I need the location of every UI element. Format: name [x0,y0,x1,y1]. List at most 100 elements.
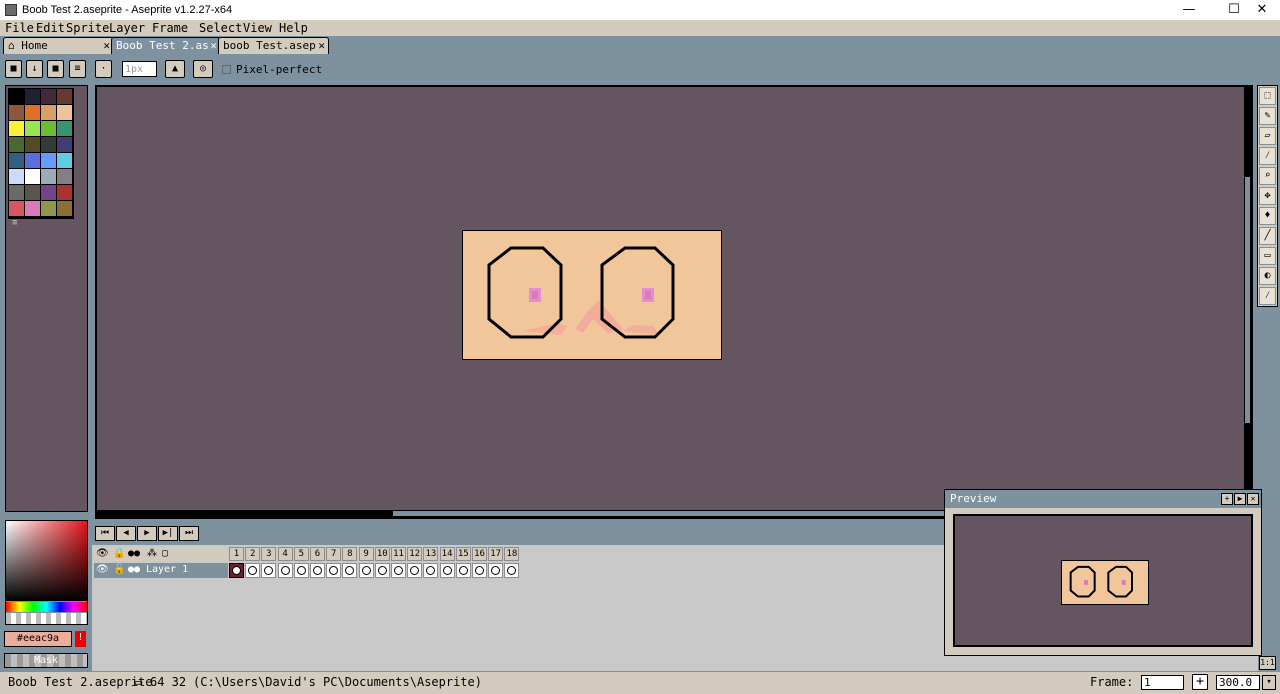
cel[interactable] [407,563,423,578]
blur-icon[interactable]: ◐ [1259,267,1276,285]
lock-icon[interactable]: 🔒 [113,547,125,560]
frame-number[interactable]: 3 [261,547,277,561]
frame-number[interactable]: 12 [407,547,423,561]
cel[interactable] [423,563,439,578]
next-frame-button[interactable]: ▶| [158,526,178,541]
frame-number[interactable]: 9 [358,547,374,561]
pencil-icon[interactable]: ✎ [1259,107,1276,125]
paint-bucket-icon[interactable]: ♦ [1259,207,1276,225]
palette-swatch[interactable] [41,89,56,104]
frame-icon[interactable]: ▢ [162,547,168,560]
cel[interactable] [229,563,244,578]
cel[interactable] [439,563,455,578]
palette-swatch[interactable] [41,153,56,168]
tab-home[interactable]: ⌂ Home ✕ [3,37,114,54]
menu-file[interactable]: File [5,21,34,35]
frame-number[interactable]: 14 [439,547,455,561]
tab-boob-test-2[interactable]: Boob Test 2.as ✕ [111,37,221,54]
marquee-icon[interactable]: ⬚ [1259,87,1276,105]
vertical-scrollbar-track[interactable] [1244,87,1251,517]
cel[interactable] [310,563,325,578]
zoom-reset-icon[interactable]: 1:1 [1259,656,1276,670]
spray-icon[interactable]: ⁄ [1259,287,1276,305]
palette-swatch[interactable] [41,121,56,136]
palette-swatch[interactable] [41,185,56,200]
frame-number[interactable]: 13 [423,547,439,561]
line-icon[interactable]: ╱ [1259,227,1276,245]
mask-button[interactable]: Mask [4,653,88,668]
frame-number[interactable]: 16 [472,547,487,561]
close-window-button[interactable]: ✕ [1244,0,1280,20]
previous-frame-button[interactable]: ◀ [116,526,136,541]
menu-view[interactable]: View [243,21,272,35]
palette-swatch[interactable] [57,105,72,120]
menu-select[interactable]: Select [199,21,242,35]
palette-swatch[interactable] [9,89,24,104]
frame-number[interactable]: 5 [293,547,309,561]
layer-continuous-icon[interactable]: ●● [128,563,140,577]
frame-number[interactable]: 18 [504,547,520,561]
frame-number[interactable]: 7 [326,547,342,561]
palette-menu-icon[interactable]: ≡ [12,218,17,228]
frame-number[interactable]: 17 [488,547,504,561]
rectangle-icon[interactable]: ▭ [1259,247,1276,265]
frame-number[interactable]: 8 [342,547,358,561]
frame-number[interactable]: 4 [277,547,293,561]
layer-row[interactable]: 👁 🔓 ●● Layer 1 [94,563,228,578]
cel[interactable] [374,563,390,578]
palette-swatch[interactable] [57,137,72,152]
square-brush-icon[interactable]: ■ [47,60,64,78]
hue-slider[interactable] [6,602,87,612]
continuous-icon[interactable]: ●● [128,547,140,560]
preview-fit-icon[interactable]: + [1221,493,1233,505]
pixel-perfect-checkbox[interactable] [222,65,231,74]
foreground-color-button[interactable]: #eeac9a [4,631,72,647]
palette-swatch[interactable] [9,105,24,120]
sprite-canvas[interactable] [462,230,722,360]
zoom-input[interactable]: 300.0 [1216,675,1260,690]
frame-number[interactable]: 15 [455,547,471,561]
palette-swatch[interactable] [57,153,72,168]
add-frame-button[interactable]: + [1192,674,1208,690]
palette-swatch[interactable] [25,105,40,120]
layer-name[interactable]: Layer 1 [146,563,188,577]
palette-swatch[interactable] [25,153,40,168]
minimize-button[interactable]: — [1171,0,1207,20]
palette-swatch[interactable] [25,201,40,216]
saturation-value-box[interactable] [6,521,87,601]
palette-swatch[interactable] [41,105,56,120]
frame-number[interactable]: 1 [229,547,244,561]
palette-swatch[interactable] [25,89,40,104]
tab-close-icon[interactable]: ✕ [318,38,325,53]
frame-number[interactable]: 6 [310,547,325,561]
play-button[interactable]: ▶ [137,526,157,541]
first-frame-button[interactable]: ⏮ [95,526,115,541]
cel[interactable] [342,563,358,578]
layer-visibility-icon[interactable]: 👁 [96,563,109,577]
preview-play-icon[interactable]: ▶ [1234,493,1246,505]
palette-swatch[interactable] [41,137,56,152]
warning-icon[interactable]: ! [75,631,86,647]
cel[interactable] [293,563,309,578]
brush-size-input[interactable] [122,61,157,77]
palette-swatch[interactable] [9,169,24,184]
menu-edit[interactable]: Edit [36,21,65,35]
dynamics-icon[interactable]: ◎ [193,60,213,78]
menu-lines-icon[interactable]: ≡ [69,60,86,78]
lock-icon[interactable]: ■ [5,60,22,78]
palette-swatch[interactable] [57,169,72,184]
preview-canvas[interactable] [953,514,1253,647]
tab-close-icon[interactable]: ✕ [103,38,110,53]
cel[interactable] [455,563,471,578]
frame-input[interactable] [1141,675,1184,690]
menu-help[interactable]: Help [279,21,308,35]
palette-swatch[interactable] [9,201,24,216]
alpha-slider[interactable] [6,613,87,624]
cel[interactable] [488,563,504,578]
cel[interactable] [358,563,374,578]
cel[interactable] [504,563,520,578]
palette-swatch[interactable] [41,169,56,184]
down-arrow-icon[interactable]: ↓ [26,60,43,78]
menu-sprite[interactable]: Sprite [66,21,109,35]
zoom-icon[interactable]: ⌕ [1259,167,1276,185]
